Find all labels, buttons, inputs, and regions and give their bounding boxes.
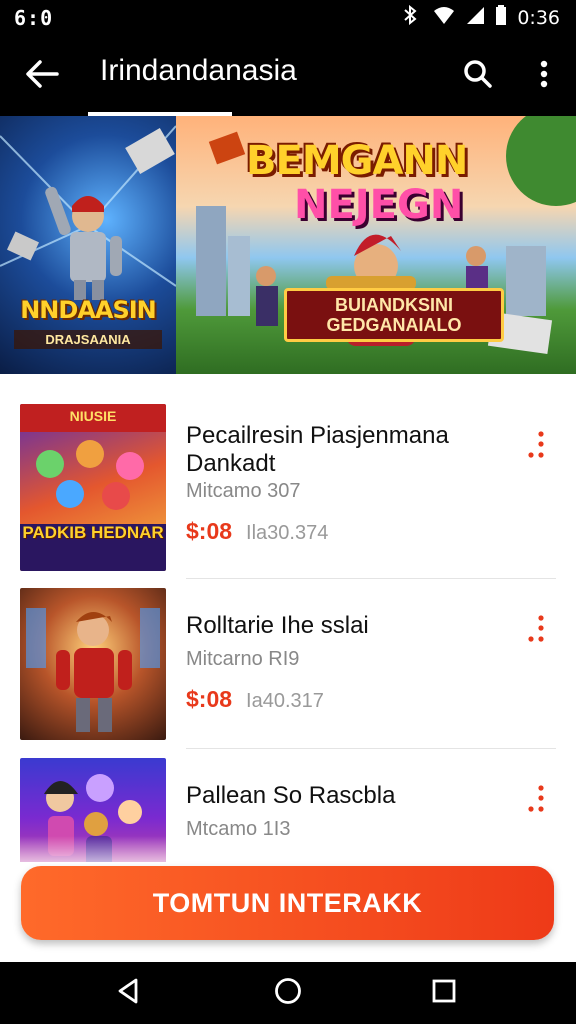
- game-thumbnail[interactable]: NIUSIE PADKIB HEDNAR: [20, 404, 166, 571]
- hero-right-title-line2: NEJEGN: [294, 182, 464, 228]
- price-row: $:08 Ila30.374: [186, 518, 328, 545]
- game-meta: Ila30.374: [246, 522, 329, 544]
- status-time: 0:36: [517, 7, 560, 29]
- hero-right-title: BEMGANN: [246, 138, 468, 184]
- battery-icon: [495, 5, 507, 31]
- game-title[interactable]: Pallean So Rascbla: [186, 782, 506, 810]
- more-vert-icon: [527, 613, 547, 648]
- list-item[interactable]: NIUSIE PADKIB HEDNAR Pecailresin Piasjen…: [0, 388, 576, 571]
- nav-home-button[interactable]: [268, 973, 308, 1013]
- game-thumbnail[interactable]: [20, 588, 166, 740]
- thumbnail-label-top: NIUSIE: [69, 408, 117, 424]
- price-row: $:08 Ia40.317: [186, 686, 324, 713]
- item-menu-button[interactable]: [522, 780, 552, 820]
- game-title[interactable]: Pecailresin Piasjenmana Dankadt: [186, 422, 506, 478]
- game-title[interactable]: Rolltarie Ihe sslai: [186, 612, 506, 640]
- hero-right-plaque: BUIANDKSINI GEDGANAIALO: [284, 288, 504, 342]
- primary-cta-button[interactable]: TOMTUN INTERAKK: [21, 866, 554, 940]
- hero-right-art[interactable]: BEMGANN NEJEGN BUIANDKSINI GEDGANAIALO: [176, 116, 576, 374]
- triangle-back-icon: [116, 978, 140, 1009]
- search-icon: [463, 59, 493, 94]
- back-button[interactable]: [22, 56, 62, 96]
- hero-banner[interactable]: NNDAASIN DRAJSAANIA BEMGANN NEJEGN BUIAN…: [0, 116, 576, 374]
- game-meta: Ia40.317: [246, 690, 324, 712]
- app-bar: Irindandanasia: [0, 36, 576, 116]
- hero-left-art[interactable]: NNDAASIN DRAJSAANIA: [0, 116, 176, 374]
- arrow-left-icon: [25, 59, 59, 94]
- list-item[interactable]: Rolltarie Ihe sslai Mitcarno RI9 $:08 Ia…: [0, 572, 576, 740]
- game-price: $:08: [186, 518, 233, 544]
- game-price: $:08: [186, 686, 233, 712]
- more-vert-icon: [527, 429, 547, 464]
- game-art: [26, 608, 160, 732]
- game-art: [20, 404, 166, 571]
- nav-recents-button[interactable]: [424, 973, 464, 1013]
- hero-left-title: NNDAASIN: [20, 296, 157, 324]
- thumbnail-label-bottom: PADKIB HEDNAR: [22, 523, 164, 542]
- overflow-menu-button[interactable]: [524, 56, 564, 96]
- circle-home-icon: [274, 977, 302, 1010]
- nav-back-button[interactable]: [108, 973, 148, 1013]
- more-vert-icon: [540, 60, 548, 93]
- page-title: Irindandanasia: [100, 54, 297, 87]
- signal-icon: [465, 5, 485, 31]
- item-menu-button[interactable]: [522, 426, 552, 466]
- search-button[interactable]: [458, 56, 498, 96]
- more-vert-icon: [527, 783, 547, 818]
- wifi-icon: [433, 5, 455, 31]
- item-menu-button[interactable]: [522, 610, 552, 650]
- bluetooth-icon: [401, 4, 423, 31]
- status-bar: 6:0 0:36: [0, 0, 576, 36]
- game-subtitle: Mitcarno RI9: [186, 648, 300, 670]
- hero-left-subtitle: DRAJSAANIA: [14, 330, 162, 349]
- system-nav-bar: [0, 962, 576, 1024]
- square-recents-icon: [432, 979, 456, 1008]
- game-subtitle: Mitcamo 307: [186, 480, 301, 502]
- status-icons: 0:36: [401, 4, 560, 31]
- status-left-text: 6:0: [14, 6, 54, 30]
